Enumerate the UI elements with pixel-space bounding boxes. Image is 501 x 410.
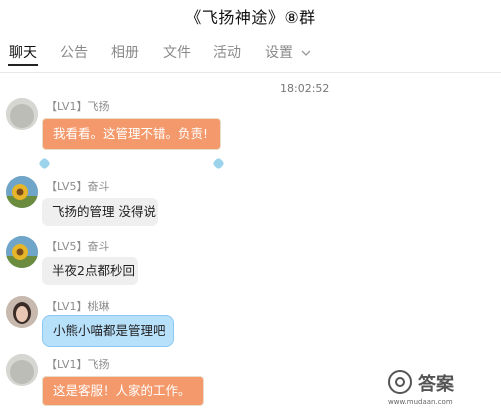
tab-settings-label: 设置: [265, 45, 293, 61]
avatar[interactable]: [6, 296, 38, 328]
message-bubble[interactable]: 半夜2点都秒回: [42, 257, 138, 285]
avatar[interactable]: [6, 354, 38, 386]
watermark-url: www.mudaan.com: [388, 398, 453, 406]
message-bubble[interactable]: 小熊小喵都是管理吧: [42, 315, 174, 347]
tab-chat[interactable]: 聊天: [9, 42, 37, 62]
message-bubble[interactable]: 飞扬的管理 没得说: [42, 198, 158, 226]
avatar[interactable]: [6, 98, 38, 130]
group-title: 《飞扬神途》⑧群: [185, 8, 316, 27]
avatar[interactable]: [6, 236, 38, 268]
message-bubble[interactable]: 我看看。这管理不错。负责!: [42, 118, 221, 150]
bubble-decoration-icon: [212, 157, 225, 170]
bubble-decoration-icon: [38, 157, 51, 170]
header-divider: [0, 72, 501, 73]
watermark-logo: 答案 www.mudaan.com: [386, 368, 500, 406]
tab-files[interactable]: 文件: [163, 42, 191, 62]
watermark-text: 答案: [418, 373, 455, 395]
tab-album[interactable]: 相册: [111, 42, 139, 62]
avatar-image: [6, 98, 38, 130]
tab-announcement[interactable]: 公告: [60, 42, 88, 62]
tab-settings[interactable]: 设置: [265, 42, 311, 62]
tab-activities[interactable]: 活动: [213, 42, 241, 62]
avatar[interactable]: [6, 176, 38, 208]
active-tab-indicator: [8, 64, 38, 66]
tab-bar: 聊天 公告 相册 文件 活动 设置: [0, 42, 501, 68]
sender-name: 【LV5】奋斗: [46, 180, 110, 193]
message-timestamp: 18:02:52: [280, 82, 330, 95]
answer-logo-icon: 答案 www.mudaan.com: [388, 370, 455, 406]
chevron-down-icon: [301, 50, 311, 56]
sender-name: 【LV1】飞扬: [46, 100, 110, 113]
portrait-avatar-icon: [6, 296, 38, 328]
sender-name: 【LV5】奋斗: [46, 240, 110, 253]
sender-name: 【LV1】飞扬: [46, 358, 110, 371]
message-bubble[interactable]: 这是客服！人家的工作。: [42, 376, 204, 406]
sunflower-avatar-icon: [6, 176, 38, 208]
avatar-image: [6, 354, 38, 386]
sender-name: 【LV1】桃琳: [46, 300, 110, 313]
sunflower-avatar-icon: [6, 236, 38, 268]
